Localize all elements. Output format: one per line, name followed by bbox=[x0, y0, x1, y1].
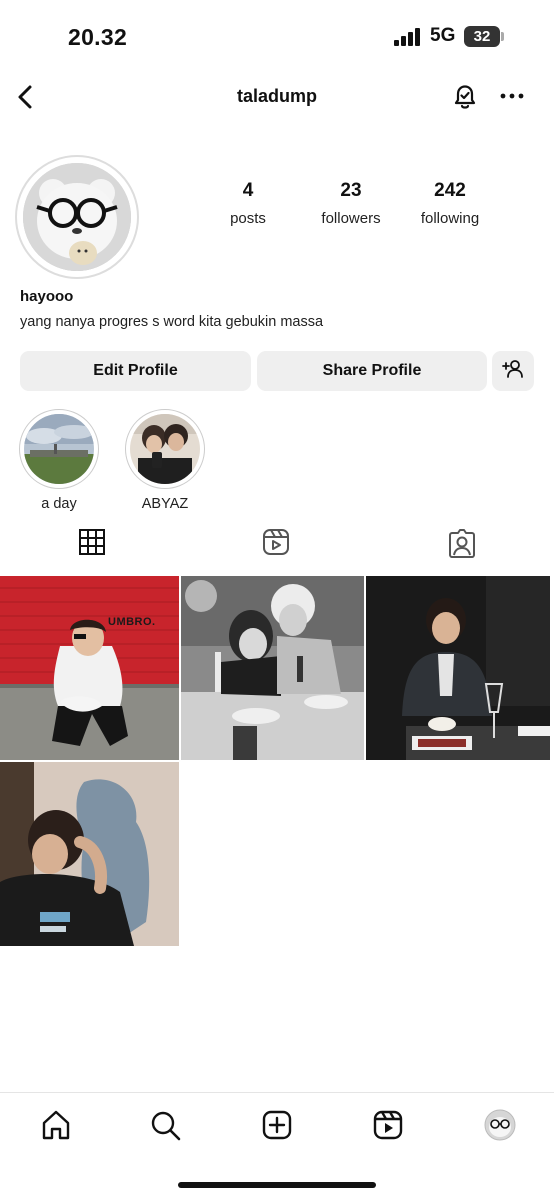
search-icon[interactable] bbox=[149, 1109, 181, 1146]
display-name: hayooo bbox=[20, 288, 74, 305]
tab-reels[interactable] bbox=[184, 528, 368, 574]
highlight-label: a day bbox=[41, 496, 77, 512]
post-thumbnail[interactable] bbox=[181, 576, 364, 760]
grid-icon bbox=[78, 528, 106, 561]
avatar-photo bbox=[23, 163, 131, 271]
tab-tagged[interactable] bbox=[370, 528, 554, 574]
following-count: 242 bbox=[434, 180, 466, 201]
bell-check-icon[interactable] bbox=[450, 82, 480, 117]
reels-icon bbox=[262, 528, 290, 561]
network-type: 5G bbox=[430, 25, 456, 46]
signal-icon bbox=[394, 28, 422, 51]
posts-count: 4 bbox=[242, 180, 254, 201]
status-time: 20.32 bbox=[68, 24, 128, 50]
highlight-ring bbox=[125, 409, 205, 489]
add-person-button[interactable] bbox=[492, 351, 534, 391]
status-bar: 20.32 5G 32 bbox=[0, 0, 554, 70]
home-icon[interactable] bbox=[40, 1109, 72, 1146]
share-profile-button[interactable]: Share Profile bbox=[257, 351, 487, 391]
home-indicator[interactable] bbox=[178, 1182, 376, 1188]
profile-bio: yang nanya progres s word kita gebukin m… bbox=[20, 314, 324, 330]
tagged-person-icon bbox=[448, 528, 476, 563]
followers-stat[interactable]: 23 followers bbox=[311, 180, 391, 227]
post-thumbnail[interactable] bbox=[0, 762, 179, 946]
edit-profile-button[interactable]: Edit Profile bbox=[20, 351, 251, 391]
profile-avatar[interactable] bbox=[15, 155, 139, 279]
create-icon[interactable] bbox=[261, 1109, 293, 1146]
highlight-cover-abyaz bbox=[130, 414, 200, 484]
profile-header: taladump bbox=[0, 72, 554, 122]
following-stat[interactable]: 242 following bbox=[410, 180, 490, 227]
profile-avatar[interactable] bbox=[484, 1109, 516, 1146]
posts-label: posts bbox=[230, 210, 266, 227]
tab-grid[interactable] bbox=[0, 528, 184, 574]
add-person-icon bbox=[502, 359, 524, 384]
battery-icon bbox=[501, 32, 504, 41]
post-thumbnail[interactable] bbox=[366, 576, 550, 760]
post-caption-text: UMBRO. bbox=[108, 616, 156, 628]
profile-tabs bbox=[0, 528, 554, 574]
following-label: following bbox=[420, 210, 480, 227]
highlight-label: ABYAZ bbox=[141, 496, 189, 512]
post-thumbnail[interactable]: UMBRO. bbox=[0, 576, 179, 760]
followers-count: 23 bbox=[340, 180, 362, 201]
highlight-cover-a-day bbox=[24, 414, 94, 484]
highlight-abyaz[interactable]: ABYAZ bbox=[124, 409, 206, 512]
more-horizontal-icon[interactable] bbox=[500, 86, 524, 111]
highlight-ring bbox=[19, 409, 99, 489]
bottom-navigation bbox=[0, 1092, 554, 1162]
highlight-a-day[interactable]: a day bbox=[18, 409, 100, 512]
battery-level: 32 bbox=[464, 26, 500, 47]
reels-icon[interactable] bbox=[372, 1109, 404, 1146]
followers-label: followers bbox=[321, 210, 381, 227]
posts-stat[interactable]: 4 posts bbox=[218, 180, 278, 227]
